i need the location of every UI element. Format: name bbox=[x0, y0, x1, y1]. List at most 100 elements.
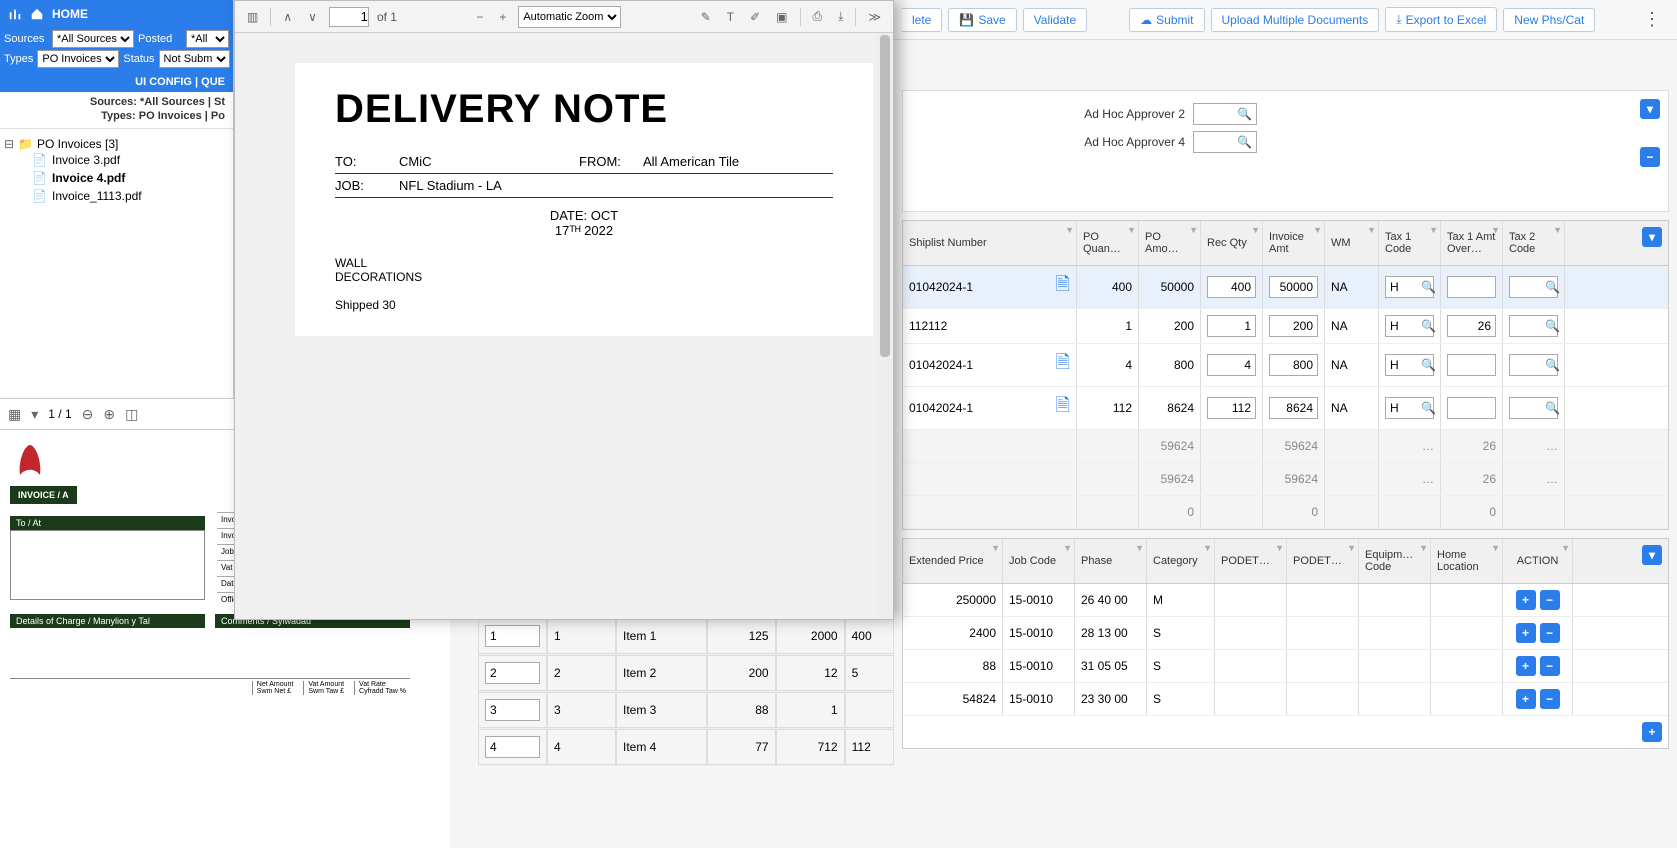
grid2-row[interactable]: 5482415-001023 30 00S+− bbox=[903, 683, 1668, 716]
tax1amt-input[interactable] bbox=[1447, 276, 1496, 298]
add-row-icon[interactable]: + bbox=[1516, 656, 1536, 676]
posted-select[interactable]: *All bbox=[186, 30, 229, 48]
filter-icon[interactable]: ▼ bbox=[1189, 225, 1198, 235]
document-icon[interactable]: 🗎 bbox=[1056, 393, 1070, 423]
recqty-input[interactable] bbox=[1207, 354, 1256, 376]
remove-row-icon[interactable]: − bbox=[1540, 656, 1560, 676]
save-button[interactable]: 💾Save bbox=[948, 8, 1016, 32]
validate-button[interactable]: Validate bbox=[1023, 8, 1087, 32]
add-row-button[interactable]: + bbox=[1642, 722, 1662, 742]
zoom-in-icon[interactable]: + bbox=[495, 8, 510, 26]
document-icon[interactable]: 🗎 bbox=[1056, 350, 1070, 380]
search-icon[interactable]: 🔍 bbox=[1545, 358, 1560, 372]
text-icon[interactable]: T bbox=[723, 8, 738, 26]
line-index-input[interactable] bbox=[485, 625, 540, 647]
invamt-input[interactable] bbox=[1269, 397, 1318, 419]
image-icon[interactable]: ▣ bbox=[772, 8, 791, 26]
approver4-lookup[interactable]: 🔍 bbox=[1193, 131, 1257, 153]
tree-folder[interactable]: ⊟ 📁 PO Invoices [3] bbox=[4, 137, 229, 151]
grid2-row-left[interactable]: 1Item 11252000400 bbox=[478, 618, 894, 655]
status-select[interactable]: Not Subm bbox=[159, 50, 230, 68]
sources-select[interactable]: *All Sources bbox=[52, 30, 134, 48]
kebab-menu-icon[interactable]: ⋮ bbox=[1635, 9, 1669, 30]
filter-icon[interactable]: ▼ bbox=[1553, 225, 1562, 235]
recqty-input[interactable] bbox=[1207, 397, 1256, 419]
grid1-row[interactable]: 01042024-1🗎40050000NA🔍🔍 bbox=[903, 266, 1668, 309]
zoom-out-icon[interactable]: ⊖ bbox=[82, 406, 94, 423]
submit-button[interactable]: ☁Submit bbox=[1129, 8, 1204, 32]
grid2-row-left[interactable]: 4Item 477712112 bbox=[478, 729, 894, 766]
filter-icon[interactable]: ▼ bbox=[991, 543, 1000, 553]
grid2-row[interactable]: 8815-001031 05 05S+− bbox=[903, 650, 1668, 683]
zoom-out-icon[interactable]: − bbox=[472, 8, 487, 26]
search-icon[interactable]: 🔍 bbox=[1421, 280, 1436, 294]
filter-icon[interactable]: ▼ bbox=[1203, 543, 1212, 553]
grid1-row[interactable]: 01042024-1🗎1128624NA🔍🔍 bbox=[903, 387, 1668, 430]
line-index-input[interactable] bbox=[485, 662, 540, 684]
page-down-icon[interactable]: ∨ bbox=[304, 8, 321, 26]
search-icon[interactable]: 🔍 bbox=[1545, 280, 1560, 294]
search-icon[interactable]: 🔍 bbox=[1545, 319, 1560, 333]
upload-multiple-button[interactable]: Upload Multiple Documents bbox=[1211, 8, 1380, 32]
download-icon[interactable]: ⤓ bbox=[834, 7, 847, 26]
export-excel-button[interactable]: ⤓Export to Excel bbox=[1385, 7, 1497, 32]
grid2-row[interactable]: 240015-001028 13 00S+− bbox=[903, 617, 1668, 650]
tax1amt-input[interactable] bbox=[1447, 354, 1496, 376]
line-index-input[interactable] bbox=[485, 736, 540, 758]
filter-icon[interactable]: ▼ bbox=[1063, 543, 1072, 553]
search-icon[interactable]: 🔍 bbox=[1545, 401, 1560, 415]
expand-grid-icon[interactable]: ▾ bbox=[1642, 545, 1662, 565]
search-icon[interactable]: 🔍 bbox=[1421, 401, 1436, 415]
add-row-icon[interactable]: + bbox=[1516, 590, 1536, 610]
add-row-icon[interactable]: + bbox=[1516, 623, 1536, 643]
page-input[interactable] bbox=[329, 7, 369, 27]
filter-icon[interactable]: ▼ bbox=[1491, 225, 1500, 235]
print-icon[interactable]: ⎙ bbox=[809, 7, 827, 26]
expand-panel-icon[interactable]: ▾ bbox=[1640, 99, 1660, 119]
home-bar[interactable]: HOME bbox=[0, 0, 233, 28]
thumb-grid-icon[interactable]: ▦ bbox=[8, 406, 21, 423]
filter-icon[interactable]: ▼ bbox=[1347, 543, 1356, 553]
highlight-icon[interactable]: ✐ bbox=[746, 8, 764, 26]
tax1amt-input[interactable] bbox=[1447, 315, 1496, 337]
grid2-row[interactable]: 25000015-001026 40 00M+− bbox=[903, 584, 1668, 617]
filter-icon[interactable]: ▼ bbox=[1135, 543, 1144, 553]
filter-icon[interactable]: ▼ bbox=[1275, 543, 1284, 553]
grid1-row[interactable]: 1121121200NA🔍🔍 bbox=[903, 309, 1668, 344]
pdf-scrollbar[interactable] bbox=[877, 33, 893, 619]
filter-icon[interactable]: ▼ bbox=[1429, 225, 1438, 235]
line-index-input[interactable] bbox=[485, 699, 540, 721]
filter-icon[interactable]: ▼ bbox=[1065, 225, 1074, 235]
more-tools-icon[interactable]: ≫ bbox=[864, 8, 885, 26]
filter-icon[interactable]: ▼ bbox=[1367, 225, 1376, 235]
panel-toggle-icon[interactable]: ◫ bbox=[125, 406, 138, 423]
invamt-input[interactable] bbox=[1269, 276, 1318, 298]
remove-row-icon[interactable]: − bbox=[1540, 590, 1560, 610]
thumb-dropdown-icon[interactable]: ▾ bbox=[31, 406, 38, 423]
add-row-icon[interactable]: + bbox=[1516, 689, 1536, 709]
zoom-select[interactable]: Automatic Zoom bbox=[518, 6, 621, 28]
search-icon[interactable]: 🔍 bbox=[1421, 358, 1436, 372]
recqty-input[interactable] bbox=[1207, 315, 1256, 337]
grid1-row[interactable]: 01042024-1🗎4800NA🔍🔍 bbox=[903, 344, 1668, 387]
invamt-input[interactable] bbox=[1269, 315, 1318, 337]
remove-panel-icon[interactable]: − bbox=[1640, 147, 1660, 167]
zoom-in-icon[interactable]: ⊕ bbox=[103, 406, 115, 423]
tree-file[interactable]: 📄Invoice 3.pdf bbox=[4, 151, 229, 169]
tree-toggle-icon[interactable]: ⊟ bbox=[4, 137, 14, 151]
types-select[interactable]: PO Invoices bbox=[37, 50, 119, 68]
invamt-input[interactable] bbox=[1269, 354, 1318, 376]
expand-grid-icon[interactable]: ▾ bbox=[1642, 227, 1662, 247]
grid2-row-left[interactable]: 3Item 3881 bbox=[478, 692, 894, 729]
filter-icon[interactable]: ▼ bbox=[1251, 225, 1260, 235]
tree-file[interactable]: 📄Invoice_1113.pdf bbox=[4, 187, 229, 205]
remove-row-icon[interactable]: − bbox=[1540, 623, 1560, 643]
search-icon[interactable]: 🔍 bbox=[1421, 319, 1436, 333]
filter-icon[interactable]: ▼ bbox=[1127, 225, 1136, 235]
delete-button[interactable]: lete bbox=[902, 8, 942, 32]
sidebar-toggle-icon[interactable]: ▥ bbox=[243, 8, 262, 26]
filter-icon[interactable]: ▼ bbox=[1491, 543, 1500, 553]
filter-icon[interactable]: ▼ bbox=[1561, 543, 1570, 553]
grid2-row-left[interactable]: 2Item 2200125 bbox=[478, 655, 894, 692]
config-bar[interactable]: UI CONFIG | QUE bbox=[0, 72, 233, 92]
